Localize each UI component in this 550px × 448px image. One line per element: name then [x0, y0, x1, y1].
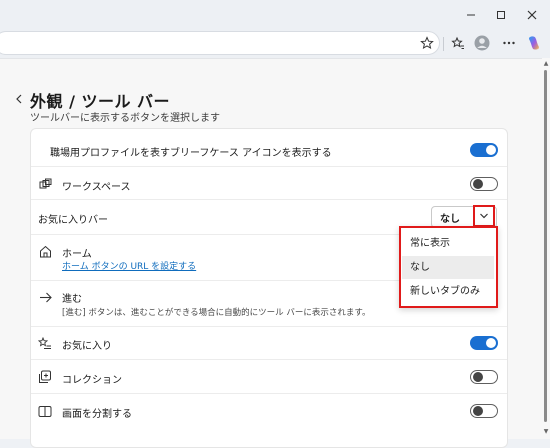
more-horizontal-icon [503, 41, 515, 45]
divider [31, 199, 507, 200]
favorites-toggle[interactable] [470, 336, 498, 350]
toggle-knob [486, 338, 496, 348]
divider [31, 326, 507, 327]
toggle-knob [473, 179, 483, 189]
maximize-button[interactable] [492, 6, 510, 24]
chevron-down-icon [480, 213, 488, 219]
copilot-icon [529, 36, 539, 50]
workspaces-label: ワークスペース [62, 182, 131, 193]
scrollbar-thumb[interactable] [544, 70, 547, 422]
split-screen-icon [38, 404, 52, 418]
avatar [474, 35, 490, 51]
workspaces-toggle[interactable] [470, 177, 498, 191]
work-profile-toggle[interactable] [470, 143, 498, 157]
divider [31, 393, 507, 394]
favorites-bar-dropdown-toggle[interactable] [473, 205, 495, 227]
forward-label: 進む [62, 294, 82, 305]
copilot-button[interactable] [525, 34, 543, 52]
home-icon [38, 244, 52, 258]
close-icon [527, 10, 537, 20]
split-screen-label: 画面を分割する [62, 409, 132, 420]
forward-description: [進む] ボタンは、進むことができる場合に自動的にツール バーに表示されます。 [62, 308, 371, 318]
work-profile-label: 職場用プロファイルを表すブリーフケース アイコンを表示する [50, 148, 332, 159]
back-button[interactable] [12, 92, 26, 106]
favorites-bar-selected-value: なし [440, 214, 460, 225]
dropdown-option-always-show[interactable]: 常に表示 [402, 232, 494, 255]
split-screen-toggle[interactable] [470, 404, 498, 418]
collections-label: コレクション [62, 375, 122, 386]
divider [31, 359, 507, 360]
workspaces-icon [38, 177, 52, 191]
star-outline-icon [420, 36, 434, 50]
toggle-knob [473, 406, 483, 416]
favorites-button[interactable] [449, 34, 467, 52]
minimize-button[interactable] [462, 6, 480, 24]
scroll-up-icon[interactable]: ▲ [542, 60, 550, 68]
divider [31, 280, 399, 281]
divider [31, 166, 507, 167]
maximize-icon [497, 11, 505, 19]
toggle-knob [473, 372, 483, 382]
home-label: ホーム [62, 249, 92, 260]
favorites-label: お気に入り [62, 341, 112, 352]
toolbar-divider [443, 37, 444, 51]
toggle-knob [486, 145, 496, 155]
favorites-icon [451, 36, 464, 49]
dropdown-option-none[interactable]: なし [402, 256, 494, 279]
divider [31, 234, 399, 235]
profile-button[interactable] [473, 34, 491, 52]
chevron-left-icon [16, 94, 22, 104]
collections-toggle[interactable] [470, 370, 498, 384]
add-favorite-button[interactable] [418, 34, 436, 52]
dropdown-option-new-tab-only[interactable]: 新しいタブのみ [402, 280, 494, 303]
address-bar[interactable] [0, 31, 440, 55]
page-subtitle: ツールバーに表示するボタンを選択します [30, 113, 220, 124]
favorites-star-list-icon [38, 336, 52, 350]
arrow-right-icon [38, 290, 52, 304]
minimize-icon [467, 14, 475, 16]
close-window-button[interactable] [523, 6, 541, 24]
collections-icon [38, 370, 52, 384]
scroll-down-icon[interactable]: ▼ [542, 428, 550, 436]
favorites-bar-label: お気に入りバー [38, 215, 108, 226]
home-url-link[interactable]: ホーム ボタンの URL を設定する [62, 259, 196, 272]
more-options-button[interactable] [500, 34, 518, 52]
